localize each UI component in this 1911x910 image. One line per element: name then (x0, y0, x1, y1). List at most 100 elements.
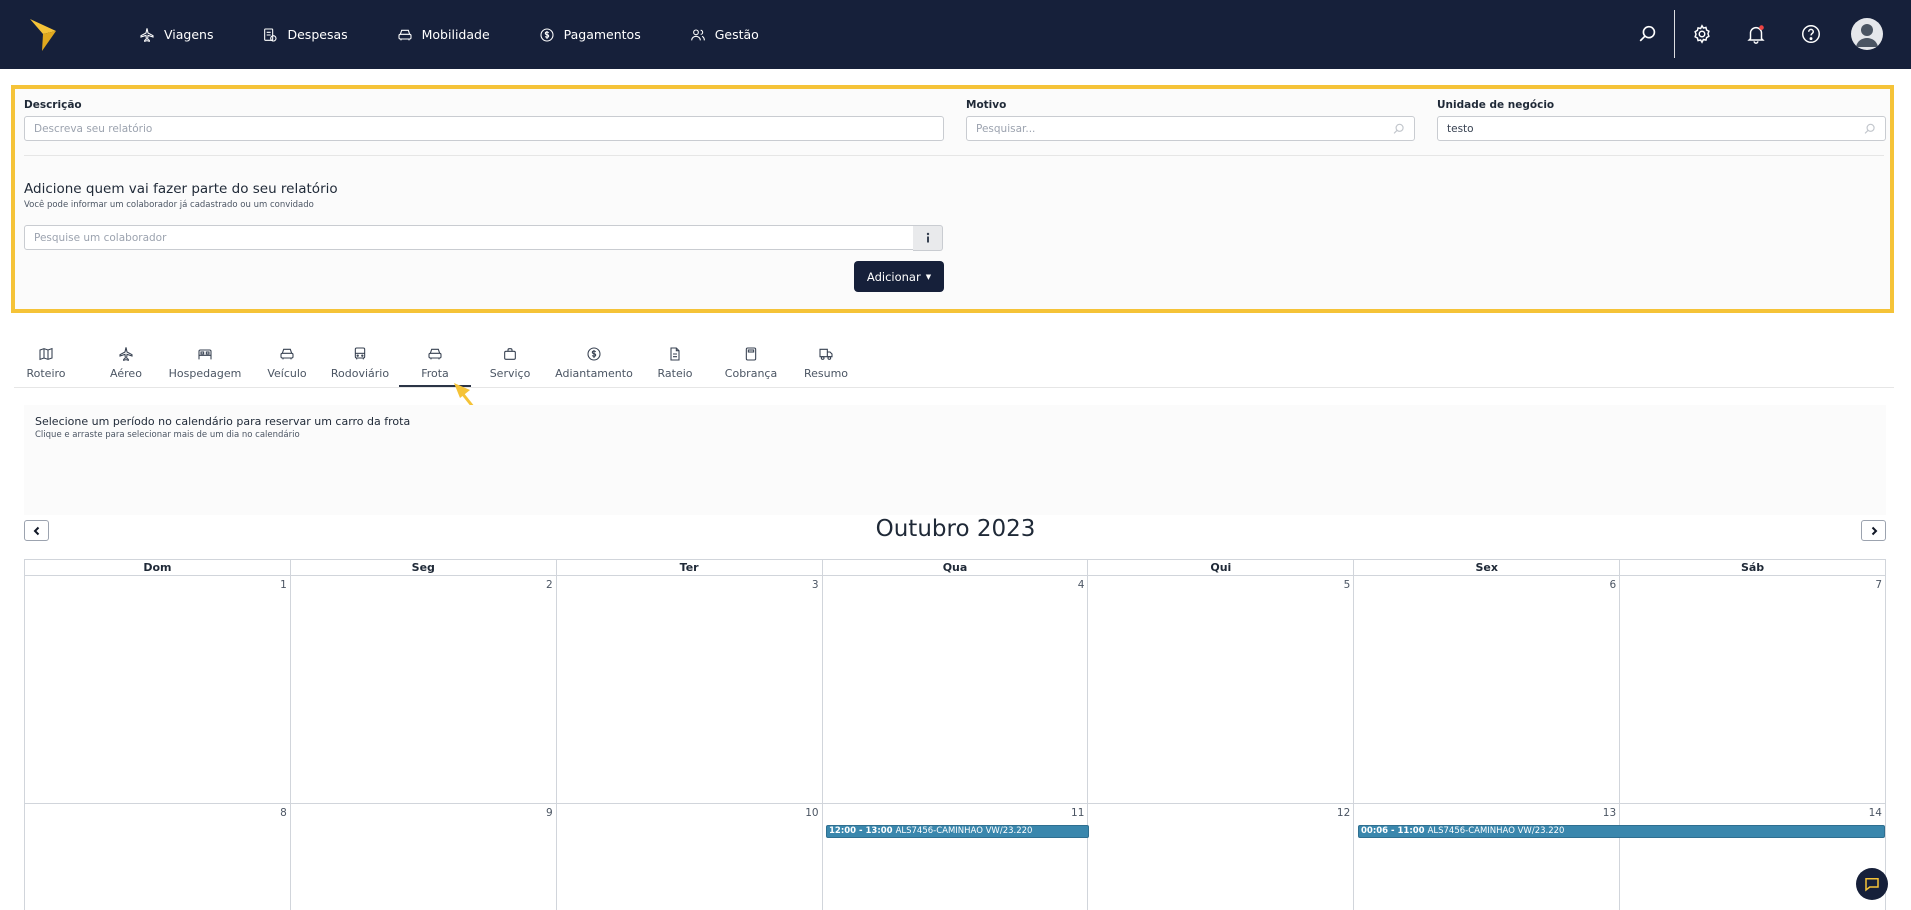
calendar-day[interactable]: 14 (1620, 804, 1886, 910)
car-icon (398, 29, 412, 40)
day-number: 9 (546, 807, 553, 819)
day-number: 1 (280, 579, 287, 591)
day-number: 5 (1343, 579, 1351, 591)
tab-aereo-label: Aéreo (110, 367, 142, 380)
nav-despesas[interactable]: Despesas (262, 27, 348, 43)
chevron-right-icon (1871, 526, 1877, 535)
nav-mobilidade-label: Mobilidade (421, 27, 490, 42)
day-number: 12 (1336, 807, 1351, 819)
day-number: 4 (1077, 579, 1085, 591)
tab-rateio[interactable]: Rateio (653, 343, 697, 387)
fleet-info-title: Selecione um período no calendário para … (35, 415, 411, 428)
nav-gestao[interactable]: Gestão (690, 27, 759, 43)
event-title: ALS7456-CAMINHAO VW/23.220 (1427, 826, 1565, 836)
nav-viagens[interactable]: Viagens (139, 27, 213, 43)
weekday-ter: Ter (556, 560, 823, 576)
calendar-day[interactable]: 7 (1620, 576, 1886, 804)
search-icon (1864, 123, 1875, 134)
day-number: 2 (546, 579, 553, 591)
tab-rodoviario[interactable]: Rodoviário (328, 343, 392, 387)
next-month-button[interactable] (1861, 520, 1886, 541)
motivo-label: Motivo (966, 99, 1007, 111)
nav-gestao-label: Gestão (714, 27, 759, 42)
tab-rodoviario-label: Rodoviário (330, 367, 390, 380)
user-avatar-icon[interactable] (1851, 18, 1883, 50)
calendar-event[interactable]: 12:00 - 13:00 ALS7456-CAMINHAO VW/23.220 (826, 825, 1089, 838)
calendar-day[interactable]: 4 (822, 576, 1089, 804)
info-button[interactable] (913, 225, 943, 251)
calendar-day[interactable]: 12 (1088, 804, 1355, 910)
nav-pagamentos[interactable]: Pagamentos (539, 27, 641, 43)
help-icon[interactable] (1800, 23, 1822, 45)
day-number: 13 (1602, 807, 1617, 819)
tab-resumo[interactable]: Resumo (801, 343, 851, 387)
airplane-icon (140, 27, 154, 42)
car-icon (280, 348, 294, 360)
add-button-label: Adicionar (866, 269, 921, 284)
calendar-day[interactable]: 10 (557, 804, 823, 910)
nav-viagens-label: Viagens (164, 27, 214, 42)
tab-aereo[interactable]: Aéreo (104, 343, 148, 387)
main-nav: Viagens Despesas Mobilidade Pagamentos G… (139, 0, 808, 69)
calendar-day[interactable]: 9 (291, 804, 557, 910)
tab-roteiro-label: Roteiro (26, 367, 66, 380)
weekday-qua: Qua (822, 560, 1089, 576)
dollar-icon (540, 27, 554, 42)
search-icon[interactable] (1637, 23, 1659, 45)
nav-mobilidade[interactable]: Mobilidade (397, 27, 490, 43)
tab-resumo-label: Resumo (803, 367, 849, 380)
motivo-search-input[interactable] (966, 116, 1415, 141)
report-form-highlight: Descrição Motivo Unidade de negócio Adic… (11, 85, 1894, 313)
calculator-icon (745, 347, 757, 361)
tab-cobranca-label: Cobrança (724, 367, 778, 380)
day-number: 14 (1868, 807, 1882, 819)
calendar-day[interactable]: 8 (25, 804, 291, 910)
notification-bell-icon[interactable] (1745, 23, 1767, 45)
calendar-month-title: Outubro 2023 (875, 516, 1036, 542)
settings-icon[interactable] (1691, 23, 1713, 45)
descricao-input[interactable] (24, 116, 944, 141)
tab-hospedagem-label: Hospedagem (168, 367, 242, 380)
calendar-week-1: 1 2 3 4 5 6 7 (24, 576, 1886, 804)
top-navigation-bar: Viagens Despesas Mobilidade Pagamentos G… (0, 0, 1911, 69)
document-icon (670, 347, 680, 361)
calendar-event[interactable]: 00:06 - 11:00 ALS7456-CAMINHAO VW/23.220 (1358, 825, 1885, 838)
weekday-dom: Dom (25, 560, 291, 576)
calendar-day[interactable]: 5 (1088, 576, 1355, 804)
day-number: 7 (1875, 579, 1882, 591)
participants-title: Adicione quem vai fazer parte do seu rel… (24, 181, 338, 197)
briefcase-icon (504, 348, 516, 360)
colaborador-search-input[interactable] (24, 225, 914, 250)
fleet-info-panel: Selecione um período no calendário para … (24, 405, 1886, 515)
chat-support-button[interactable] (1856, 868, 1888, 900)
day-number: 8 (280, 807, 287, 819)
airplane-icon (119, 347, 133, 362)
day-number: 6 (1609, 579, 1617, 591)
tab-veiculo[interactable]: Veículo (262, 343, 312, 387)
users-icon (690, 28, 705, 40)
calendar-week-2: 8 9 10 11 12 13 14 12:00 - 13:00 ALS7456-… (24, 804, 1886, 910)
tab-veiculo-label: Veículo (267, 367, 307, 380)
tab-servico-label: Serviço (489, 367, 531, 380)
receipt-icon (264, 27, 278, 42)
calendar-day[interactable]: 2 (290, 576, 557, 804)
topbar-divider (1674, 10, 1675, 58)
tab-adiantamento[interactable]: Adiantamento (552, 343, 636, 387)
calendar-day[interactable]: 3 (556, 576, 823, 804)
company-logo[interactable] (28, 17, 58, 53)
calendar-day[interactable]: 11 (823, 804, 1089, 910)
dollar-icon (587, 347, 601, 361)
calendar-day[interactable]: 1 (25, 576, 291, 804)
tab-hospedagem[interactable]: Hospedagem (166, 343, 244, 387)
fleet-info-subtitle: Clique e arraste para selecionar mais de… (35, 430, 300, 440)
unidade-negocio-input[interactable] (1437, 116, 1886, 141)
event-title: ALS7456-CAMINHAO VW/23.220 (895, 826, 1033, 836)
car-icon (428, 348, 442, 360)
tab-roteiro[interactable]: Roteiro (24, 343, 68, 387)
calendar-day[interactable]: 6 (1354, 576, 1621, 804)
tab-cobranca[interactable]: Cobrança (719, 343, 783, 387)
participants-subtitle: Você pode informar um colaborador já cad… (24, 200, 314, 210)
service-tabs: Roteiro Aéreo Hospedagem Veículo Rodoviá… (14, 343, 1894, 388)
calendar-day[interactable]: 13 (1354, 804, 1621, 910)
add-dropdown-button[interactable]: Adicionar ▼ (854, 261, 944, 292)
